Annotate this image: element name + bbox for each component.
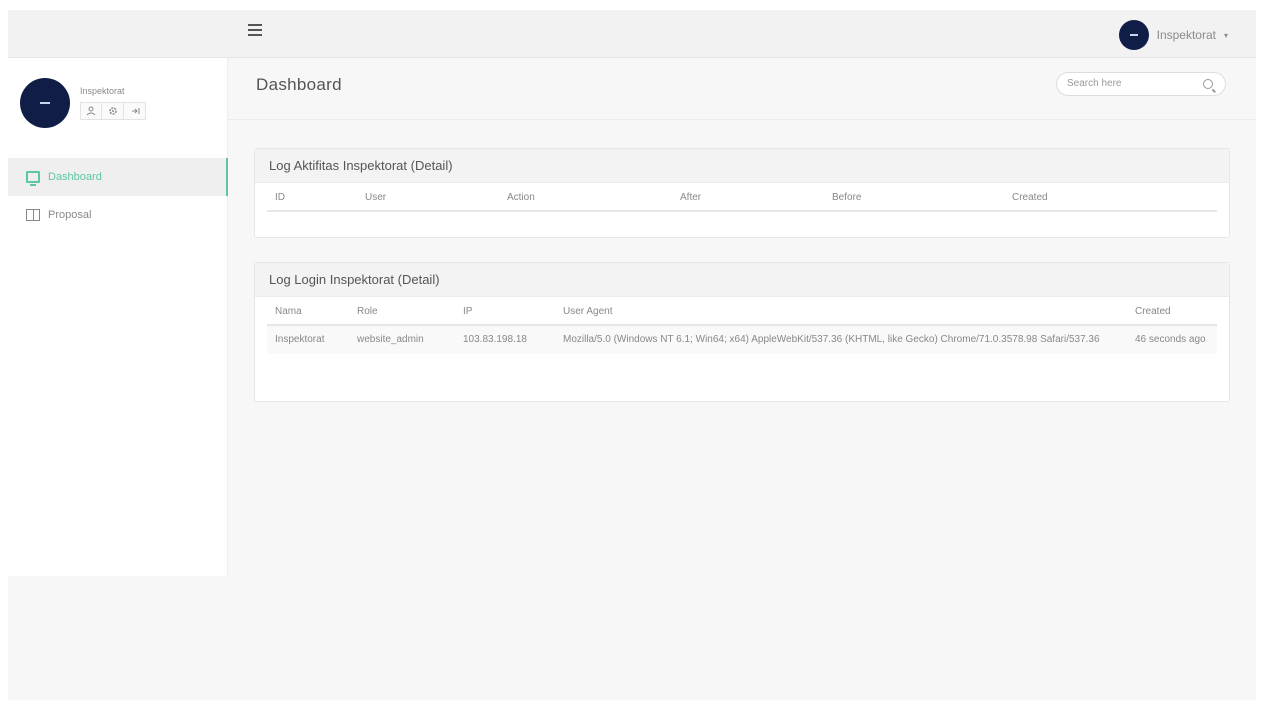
app-frame: Inspektorat ▾ Inspektorat Dashboard Prop… bbox=[8, 10, 1256, 700]
panel-title: Log Aktifitas Inspektorat (Detail) bbox=[255, 149, 1229, 183]
book-icon bbox=[26, 209, 40, 221]
logout-icon[interactable] bbox=[124, 102, 146, 120]
column-header-created[interactable]: Created bbox=[1127, 297, 1217, 326]
column-header-created[interactable]: Created bbox=[1004, 183, 1217, 212]
user-name: Inspektorat bbox=[1156, 28, 1216, 42]
cell-user-agent: Mozilla/5.0 (Windows NT 6.1; Win64; x64)… bbox=[555, 325, 1127, 354]
sidebar-item-proposal[interactable]: Proposal bbox=[8, 196, 228, 234]
column-header-after[interactable]: After bbox=[672, 183, 824, 212]
profile-avatar bbox=[20, 78, 70, 128]
menu-toggle-icon[interactable] bbox=[248, 24, 262, 38]
column-header-role[interactable]: Role bbox=[349, 297, 455, 326]
search-input[interactable] bbox=[1067, 78, 1187, 89]
cell-role: website_admin bbox=[349, 325, 455, 354]
avatar bbox=[1118, 20, 1149, 50]
log-aktifitas-panel: Log Aktifitas Inspektorat (Detail) ID Us… bbox=[254, 148, 1230, 238]
sidebar-item-label: Dashboard bbox=[48, 171, 102, 183]
log-login-table: Nama Role IP User Agent Created Inspekto… bbox=[267, 297, 1217, 354]
page-header: Dashboard bbox=[228, 58, 1256, 120]
user-icon[interactable] bbox=[80, 102, 102, 120]
monitor-icon bbox=[26, 171, 40, 186]
log-login-panel: Log Login Inspektorat (Detail) Nama Role… bbox=[254, 262, 1230, 402]
sidebar-item-dashboard[interactable]: Dashboard bbox=[8, 158, 228, 196]
cell-nama: Inspektorat bbox=[267, 325, 349, 354]
column-header-nama[interactable]: Nama bbox=[267, 297, 349, 326]
table-header-row: ID User Action After Before Created bbox=[267, 183, 1217, 212]
profile-actions bbox=[80, 102, 146, 120]
column-header-user-agent[interactable]: User Agent bbox=[555, 297, 1127, 326]
top-navbar: Inspektorat ▾ bbox=[8, 10, 1256, 58]
column-header-id[interactable]: ID bbox=[267, 183, 357, 212]
sidebar-item-label: Proposal bbox=[48, 209, 92, 221]
sidebar-nav: Dashboard Proposal bbox=[8, 158, 228, 234]
panel-title: Log Login Inspektorat (Detail) bbox=[255, 263, 1229, 297]
page-title: Dashboard bbox=[256, 75, 342, 94]
sidebar: Inspektorat Dashboard Proposal bbox=[8, 58, 228, 576]
table-header-row: Nama Role IP User Agent Created bbox=[267, 297, 1217, 326]
table-row: Inspektorat website_admin 103.83.198.18 … bbox=[267, 325, 1217, 354]
search-box bbox=[1056, 72, 1226, 96]
gear-icon[interactable] bbox=[102, 102, 124, 120]
column-header-ip[interactable]: IP bbox=[455, 297, 555, 326]
log-aktifitas-table: ID User Action After Before Created bbox=[267, 183, 1217, 212]
cell-ip: 103.83.198.18 bbox=[455, 325, 555, 354]
chevron-down-icon: ▾ bbox=[1223, 30, 1228, 40]
profile-name: Inspektorat bbox=[80, 86, 125, 96]
column-header-user[interactable]: User bbox=[357, 183, 499, 212]
column-header-action[interactable]: Action bbox=[499, 183, 672, 212]
search-icon[interactable] bbox=[1203, 79, 1213, 89]
column-header-before[interactable]: Before bbox=[824, 183, 1004, 212]
user-dropdown[interactable]: Inspektorat ▾ bbox=[1118, 20, 1228, 50]
cell-created: 46 seconds ago bbox=[1127, 325, 1217, 354]
